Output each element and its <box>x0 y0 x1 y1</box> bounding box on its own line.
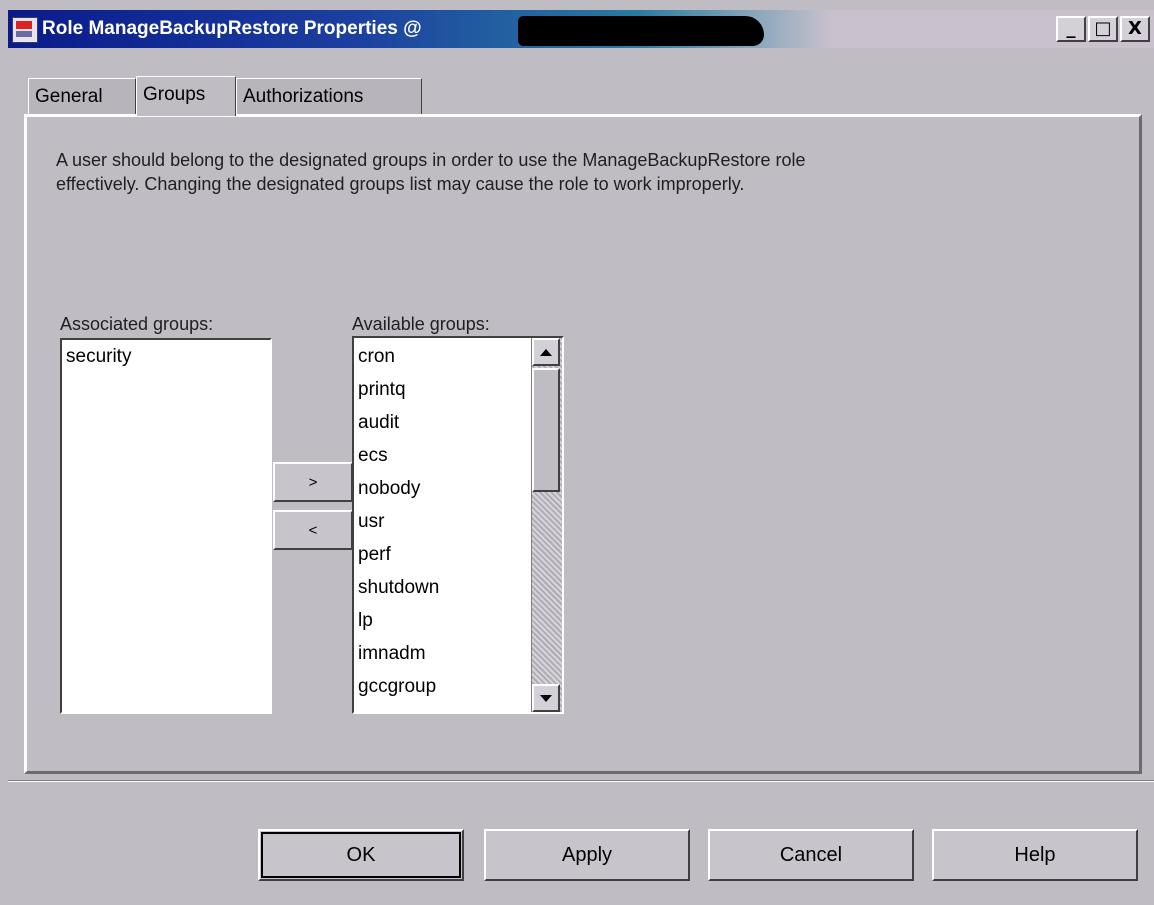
arrow-down-icon <box>540 694 552 702</box>
list-item[interactable]: security <box>62 340 270 373</box>
footer-divider <box>8 780 1154 782</box>
tab-general[interactable]: General <box>28 78 136 114</box>
cancel-button[interactable]: Cancel <box>708 829 914 881</box>
scroll-thumb[interactable] <box>532 368 560 492</box>
scroll-up-button[interactable] <box>532 338 560 366</box>
app-icon <box>12 17 38 43</box>
title-bar[interactable]: Role ManageBackupRestore Properties @ _ … <box>8 10 1154 48</box>
window-controls: _ □ X <box>1056 16 1150 42</box>
remove-group-button[interactable]: < <box>273 510 353 550</box>
maximize-button[interactable]: □ <box>1088 16 1118 42</box>
scroll-down-button[interactable] <box>532 684 560 712</box>
tab-groups[interactable]: Groups <box>136 76 236 116</box>
redaction-mark <box>518 16 764 46</box>
minimize-button[interactable]: _ <box>1056 16 1086 42</box>
apply-button[interactable]: Apply <box>484 829 690 881</box>
available-groups-label: Available groups: <box>352 314 490 334</box>
add-group-button[interactable]: > <box>273 462 353 502</box>
help-button[interactable]: Help <box>932 829 1138 881</box>
properties-dialog: Role ManageBackupRestore Properties @ _ … <box>0 0 1154 905</box>
vertical-scrollbar[interactable] <box>531 338 562 712</box>
ok-button[interactable]: OK <box>258 829 464 881</box>
close-button[interactable]: X <box>1120 16 1150 42</box>
available-groups-list[interactable]: cron printq audit ecs nobody usr perf sh… <box>352 336 564 714</box>
arrow-up-icon <box>540 348 552 356</box>
description-text: A user should belong to the designated g… <box>56 150 806 194</box>
associated-groups-label: Associated groups: <box>60 314 214 334</box>
window-title: Role ManageBackupRestore Properties @ <box>42 18 422 39</box>
associated-groups-list[interactable]: security <box>60 338 272 714</box>
tab-authorizations[interactable]: Authorizations <box>236 78 422 114</box>
